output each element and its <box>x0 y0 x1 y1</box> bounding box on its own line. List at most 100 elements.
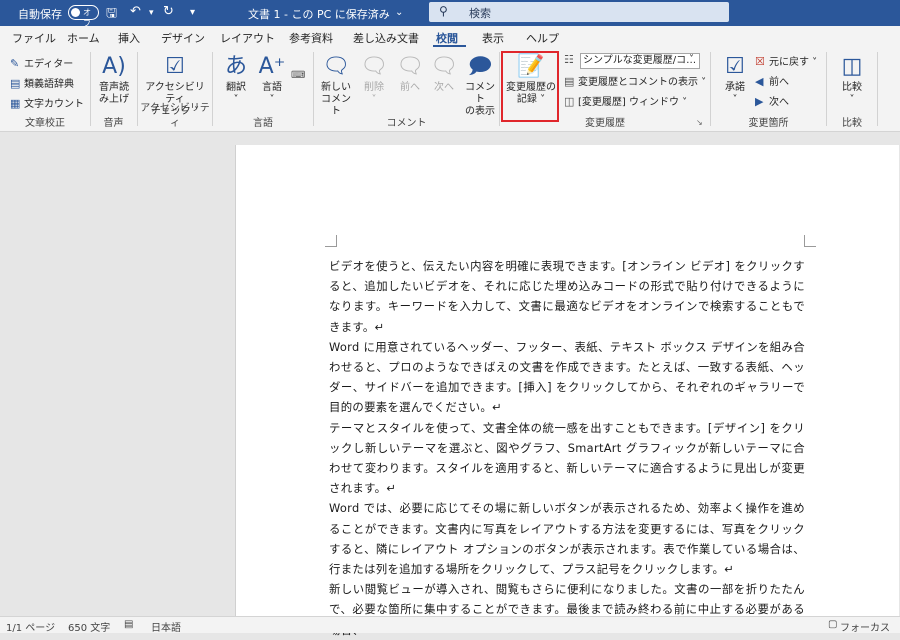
show-markup-icon: ▤ <box>564 75 575 88</box>
thesaurus-button[interactable]: ▤ 類義語辞典 <box>10 75 74 92</box>
group-accessibility: ☑ アクセシビリティ チェック ˅ アクセシビリティ <box>138 48 212 132</box>
title-dropdown-icon[interactable]: ⌄ <box>395 7 403 18</box>
new-comment-label-1: 新しい <box>321 82 351 93</box>
compare-button[interactable]: ◫ 比較 ˅ <box>835 52 869 106</box>
language-group-label: 言語 <box>253 118 273 129</box>
word-count-button[interactable]: ▦ 文字カウント <box>10 95 84 112</box>
delete-comment-button[interactable]: 🗨 削除 ˅ <box>358 52 390 106</box>
new-comment-button[interactable]: 🗨 新しい コメント <box>318 52 354 118</box>
save-icon[interactable]: 🖫 <box>106 4 117 26</box>
speech-group-label: 音声 <box>103 118 124 129</box>
next-comment-icon: 🗨 <box>430 54 458 79</box>
show-markup-button[interactable]: ▤ 変更履歴とコメントの表示 ˅ <box>564 73 706 90</box>
tab-design[interactable]: デザイン <box>161 30 205 46</box>
language-button[interactable]: A⁺ 言語 ˅ <box>257 52 287 106</box>
tab-insert[interactable]: 挿入 <box>118 30 140 46</box>
previous-comment-icon: 🗨 <box>396 54 424 79</box>
document-body[interactable]: ビデオを使うと、伝えたい内容を明確に表現できます。[オンライン ビデオ] をクリ… <box>329 256 805 640</box>
customize-qat-icon[interactable]: ▾ <box>190 7 195 18</box>
previous-comment-label: 前へ <box>400 82 420 93</box>
reviewing-pane-button[interactable]: ◫ [変更履歴] ウィンドウ ˅ <box>564 93 687 110</box>
page-count[interactable]: 1/1 ページ <box>6 619 55 634</box>
undo-icon[interactable]: ↶ <box>130 4 141 19</box>
accessibility-group-label: アクセシビリティ <box>140 103 210 129</box>
tab-file[interactable]: ファイル <box>12 30 56 46</box>
language-status[interactable]: 日本語 <box>151 619 181 634</box>
ribbon-tabs: ファイル ホーム 挿入 デザイン レイアウト 参考資料 差し込み文書 校閲 表示… <box>0 26 900 48</box>
comments-group-label: コメント <box>386 118 427 129</box>
read-aloud-label-2: み上げ <box>99 94 129 105</box>
translate-button[interactable]: あ翻訳 ˅ <box>221 52 251 106</box>
proofing-status-icon[interactable]: ▤ <box>124 619 133 630</box>
display-for-review-icon: ☷ <box>564 53 578 70</box>
translate-icon: あ <box>224 54 247 79</box>
compare-label: 比較 <box>842 82 862 93</box>
focus-mode-label[interactable]: フォーカス <box>840 619 890 634</box>
reject-label: 元に戻す <box>769 57 809 68</box>
group-comments: 🗨 新しい コメント 🗨 削除 ˅ 🗨 前へ 🗨 次へ 🗩 コメント の表示 コメント <box>314 48 499 132</box>
tracking-options-launcher-icon[interactable]: ↘ <box>696 118 703 135</box>
delete-comment-label: 削除 <box>364 82 384 93</box>
new-comment-icon: 🗨 <box>322 54 350 79</box>
ribbon: ✎ エディター ▤ 類義語辞典 ▦ 文字カウント 文章校正 A) 音声読 み上げ 音声 ☑… <box>0 48 900 132</box>
thesaurus-icon: ▤ <box>10 77 21 90</box>
autosave-toggle[interactable]: オフ <box>68 5 99 28</box>
tab-mailings[interactable]: 差し込み文書 <box>353 30 419 46</box>
editor-button[interactable]: ✎ エディター <box>10 55 73 72</box>
search-icon: ⚲ <box>439 4 448 18</box>
read-aloud-label-1: 音声読 <box>99 82 129 93</box>
markup-select[interactable]: シンプルな変更履歴/コ… <box>580 53 700 69</box>
group-speech: A) 音声読 み上げ 音声 <box>91 48 136 132</box>
previous-change-button[interactable]: ◀ 前へ <box>755 73 789 90</box>
next-change-button[interactable]: ▶ 次へ <box>755 93 789 110</box>
language-label: 言語 <box>262 82 282 93</box>
markup-select-chevron-icon[interactable]: ˅ <box>689 54 694 65</box>
translate-label: 翻訳 <box>226 82 246 93</box>
search-box[interactable]: ⚲ 検索 <box>429 2 729 22</box>
ribbon-separator <box>877 52 878 126</box>
accept-label: 承諾 <box>725 82 745 93</box>
margin-corner <box>325 235 337 247</box>
redo-icon[interactable]: ↻ <box>163 4 174 19</box>
tab-help[interactable]: ヘルプ <box>526 30 559 46</box>
editor-icon: ✎ <box>10 57 20 70</box>
changes-group-label: 変更箇所 <box>748 118 789 129</box>
word-count-status[interactable]: 650 文字 <box>68 619 110 634</box>
next-comment-button[interactable]: 🗨 次へ <box>428 52 460 94</box>
read-aloud-button[interactable]: A) 音声読 み上げ <box>95 52 133 106</box>
track-changes-highlight <box>501 51 559 122</box>
read-aloud-icon: A) <box>102 54 126 79</box>
tab-layout[interactable]: レイアウト <box>220 30 275 46</box>
tab-view[interactable]: 表示 <box>482 30 504 46</box>
language-icon: A⁺ <box>258 54 286 79</box>
accept-button[interactable]: ☑ 承諾 ˅ <box>717 52 753 106</box>
accessibility-icon: ☑ <box>165 54 185 79</box>
toggle-knob <box>71 8 80 17</box>
word-count-label: 文字カウント <box>24 99 84 110</box>
undo-dropdown-icon[interactable]: ▾ <box>149 8 154 18</box>
tab-references[interactable]: 参考資料 <box>289 30 333 46</box>
compare-icon: ◫ <box>841 54 863 79</box>
tab-review[interactable]: 校閲 <box>436 30 458 46</box>
group-proofing: ✎ エディター ▤ 類義語辞典 ▦ 文字カウント 文章校正 <box>0 48 90 132</box>
reviewing-pane-icon: ◫ <box>564 95 575 108</box>
display-review-icon: ☷ <box>564 53 574 66</box>
reject-button[interactable]: ☒ 元に戻す ˅ <box>755 53 817 70</box>
previous-comment-button[interactable]: 🗨 前へ <box>394 52 426 94</box>
group-language: あ翻訳 ˅ A⁺ 言語 ˅ ⌨ 言語 <box>213 48 313 132</box>
previous-change-label: 前へ <box>769 77 789 88</box>
ime-icon[interactable]: ⌨ <box>291 70 305 87</box>
editor-label: エディター <box>24 59 74 70</box>
focus-icon[interactable]: ▢ <box>828 619 837 630</box>
show-comments-button[interactable]: 🗩 コメント の表示 <box>462 52 498 118</box>
markup-select-value: シンプルな変更履歴/コ… <box>583 55 697 66</box>
document-title: 文書 1 - この PC に保存済み <box>248 8 390 21</box>
margin-corner <box>804 235 816 247</box>
left-pane <box>0 133 235 616</box>
group-compare: ◫ 比較 ˅ 比較 <box>827 48 877 132</box>
autosave-label: 自動保存 <box>18 8 62 21</box>
previous-change-icon: ◀ <box>755 75 764 88</box>
tab-home[interactable]: ホーム <box>67 30 100 46</box>
reviewing-pane-label: [変更履歴] ウィンドウ <box>578 97 679 108</box>
show-comments-label-1: コメント <box>465 82 495 105</box>
